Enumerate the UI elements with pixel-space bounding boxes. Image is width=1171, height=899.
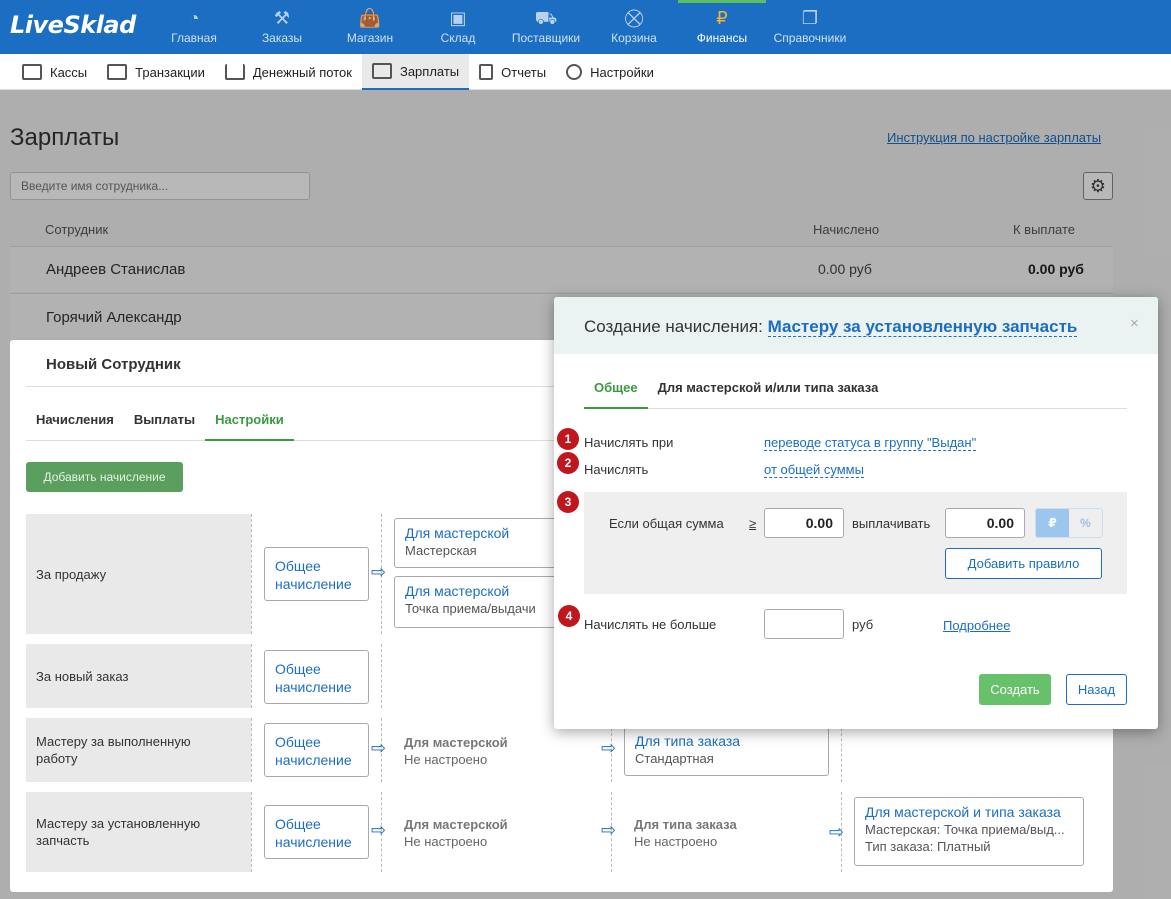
- accrual-row-label: Мастеру за установленную запчасть: [26, 792, 251, 872]
- dialog-header: Создание начисления: Мастеру за установл…: [554, 297, 1158, 354]
- create-accrual-dialog: Создание начисления: Мастеру за установл…: [554, 297, 1158, 729]
- subnav-cashflow[interactable]: Денежный поток: [215, 54, 362, 90]
- accrual-row-label: За продажу: [26, 514, 251, 634]
- arrow-right-icon: ⇨: [601, 820, 617, 840]
- nav-home[interactable]: ◔ Главная: [150, 0, 238, 54]
- subnav-settings[interactable]: Настройки: [556, 54, 664, 90]
- back-button[interactable]: Назад: [1066, 674, 1127, 705]
- nav-references[interactable]: ❐ Справочники: [766, 0, 854, 54]
- dialog-title: Создание начисления: Мастеру за установл…: [584, 317, 1078, 337]
- divider: [251, 718, 252, 782]
- arrow-right-icon: ⇨: [829, 822, 845, 842]
- nav-store[interactable]: 👜 Магазин: [326, 0, 414, 54]
- subnav-salaries[interactable]: Зарплаты: [361, 54, 470, 90]
- accrue-when-select[interactable]: переводе статуса в группу "Выдан": [764, 435, 977, 451]
- general-accrual-button[interactable]: Общее начисление: [264, 723, 369, 777]
- active-nav-accent: [678, 0, 766, 3]
- arrow-right-icon: ⇨: [601, 738, 617, 758]
- nav-finance[interactable]: ₽ Финансы: [678, 0, 766, 54]
- subnav-cash[interactable]: Кассы: [12, 54, 97, 90]
- bar-chart-icon: [224, 64, 245, 80]
- modal-title: Новый Сотрудник: [46, 356, 181, 373]
- finance-subnav: Кассы Транзакции Денежный поток Зарплаты…: [0, 54, 1171, 90]
- general-accrual-button[interactable]: Общее начисление: [264, 547, 369, 601]
- general-accrual-button[interactable]: Общее начисление: [264, 650, 369, 704]
- rule-pay-input[interactable]: 0.00: [945, 508, 1025, 538]
- rule-condition-label: Если общая сумма: [609, 516, 724, 531]
- step-badge: 1: [557, 428, 579, 450]
- accrue-when-label: Начислять при: [584, 435, 674, 450]
- rule-operator[interactable]: ≥: [749, 516, 756, 531]
- arrow-right-icon: ⇨: [371, 562, 387, 582]
- arrow-right-icon: ⇨: [371, 820, 387, 840]
- tab-payouts[interactable]: Выплаты: [124, 408, 205, 441]
- step-badge: 4: [558, 605, 580, 627]
- accrual-row-label: За новый заказ: [26, 644, 251, 708]
- accrual-row-installed-part: Мастеру за установленную запчасть Общее …: [26, 792, 1096, 872]
- truck-icon: ⛟: [534, 8, 558, 28]
- ruble-icon: ₽: [716, 8, 728, 28]
- cash-register-icon: [22, 64, 42, 80]
- nav-warehouse[interactable]: ▣ Склад: [414, 0, 502, 54]
- orders-icon: ⚒: [273, 8, 291, 28]
- arrow-right-icon: ⇨: [371, 738, 387, 758]
- divider: [251, 514, 252, 634]
- unit-percent-option[interactable]: %: [1069, 509, 1102, 537]
- unit-ruble-option[interactable]: ₽: [1036, 509, 1069, 537]
- main-nav: ◔ Главная ⚒ Заказы 👜 Магазин ▣ Склад ⛟ Постав…: [150, 0, 854, 54]
- workshop-accrual-item[interactable]: Для мастерской Не настроено: [404, 734, 508, 768]
- nav-suppliers[interactable]: ⛟ Поставщики: [502, 0, 590, 54]
- reference-books-icon: ❐: [801, 8, 819, 28]
- unit-toggle: ₽ %: [1035, 508, 1103, 538]
- subnav-transactions[interactable]: Транзакции: [97, 54, 215, 90]
- max-accrual-unit: руб: [852, 617, 874, 632]
- tab-workshop-order-type[interactable]: Для мастерской и/или типа заказа: [648, 373, 889, 409]
- warehouse-box-icon: ▣: [449, 8, 467, 28]
- tab-general[interactable]: Общее: [584, 373, 648, 409]
- accrual-row-label: Мастеру за выполненную работу: [26, 718, 251, 782]
- workshop-accrual-card[interactable]: Для мастерской Мастерская: [394, 518, 564, 568]
- divider: [251, 644, 252, 708]
- subnav-reports[interactable]: Отчеты: [469, 54, 556, 90]
- store-bag-icon: 👜: [358, 8, 382, 28]
- accrual-type-link[interactable]: Мастеру за установленную запчасть: [767, 317, 1078, 337]
- max-accrual-label: Начислять не больше: [584, 617, 717, 632]
- max-accrual-input[interactable]: [764, 609, 844, 639]
- dialog-tabs: Общее Для мастерской и/или типа заказа: [584, 373, 1127, 409]
- gear-icon: [566, 64, 583, 80]
- accrue-basis-label: Начислять: [584, 462, 649, 477]
- top-bar: LiveSklad ◔ Главная ⚒ Заказы 👜 Магазин ▣ Скл…: [0, 0, 1171, 54]
- more-info-link[interactable]: Подробнее: [943, 618, 1010, 633]
- close-icon[interactable]: ×: [1130, 315, 1139, 332]
- accrue-basis-select[interactable]: от общей суммы: [764, 462, 864, 478]
- add-rule-button[interactable]: Добавить правило: [945, 548, 1102, 579]
- divider: [381, 644, 382, 708]
- create-button[interactable]: Создать: [979, 674, 1051, 705]
- tab-accruals[interactable]: Начисления: [26, 408, 124, 441]
- nav-orders[interactable]: ⚒ Заказы: [238, 0, 326, 54]
- order-type-accrual-item[interactable]: Для типа заказа Не настроено: [634, 816, 737, 850]
- cart-icon: ⛒: [624, 8, 644, 28]
- workshop-accrual-item[interactable]: Для мастерской Не настроено: [404, 816, 508, 850]
- app-logo[interactable]: LiveSklad: [10, 11, 136, 39]
- general-accrual-button[interactable]: Общее начисление: [264, 805, 369, 859]
- workshop-accrual-card[interactable]: Для мастерской Точка приема/выдачи: [394, 576, 564, 628]
- add-accrual-button[interactable]: Добавить начисление: [26, 462, 183, 492]
- workshop-and-order-type-card[interactable]: Для мастерской и типа заказа Мастерская:…: [854, 797, 1084, 866]
- divider: [251, 792, 252, 872]
- nav-cart[interactable]: ⛒ Корзина: [590, 0, 678, 54]
- step-badge: 3: [557, 491, 579, 513]
- tab-settings[interactable]: Настройки: [205, 408, 294, 441]
- card-icon: [107, 64, 128, 80]
- report-icon: [479, 64, 494, 80]
- rule-pay-label: выплачивать: [852, 516, 931, 531]
- step-badge: 2: [557, 452, 579, 474]
- rule-amount-input[interactable]: 0.00: [764, 508, 844, 538]
- wallet-icon: [371, 63, 392, 79]
- pie-chart-icon: ◔: [188, 8, 200, 28]
